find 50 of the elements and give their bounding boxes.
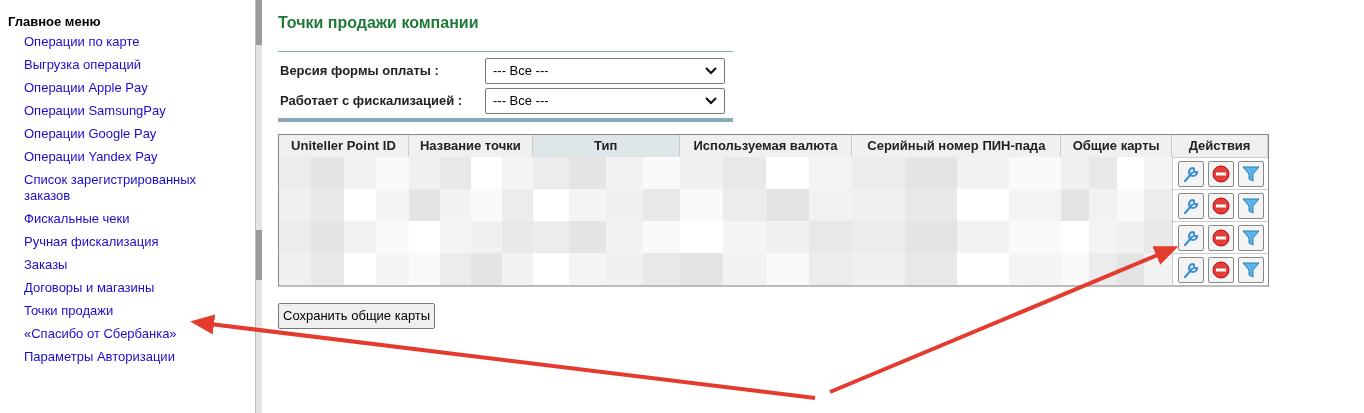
save-button[interactable]: Сохранить общие карты bbox=[278, 303, 436, 329]
delete-button[interactable] bbox=[1207, 192, 1234, 219]
menu-title: Главное меню bbox=[8, 14, 102, 30]
stop-icon bbox=[1211, 260, 1230, 279]
edit-button[interactable] bbox=[1177, 192, 1204, 219]
funnel-icon bbox=[1241, 228, 1260, 247]
menu-link[interactable]: Выгрузка операций bbox=[24, 53, 228, 76]
funnel-icon bbox=[1241, 260, 1260, 279]
wrench-icon bbox=[1181, 164, 1200, 183]
menu-link[interactable]: Ручная фискализация bbox=[24, 230, 228, 253]
filter-button[interactable] bbox=[1237, 256, 1264, 283]
menu-link[interactable]: Список зарегистрированных заказов bbox=[24, 168, 228, 207]
menu-link[interactable]: Операции Apple Pay bbox=[24, 76, 228, 99]
chevron-down-icon bbox=[705, 67, 717, 75]
menu-link[interactable]: Заказы bbox=[24, 253, 228, 276]
menu-link[interactable]: Точки продажи bbox=[24, 299, 228, 322]
menu-link[interactable]: «Спасибо от Сбербанка» bbox=[24, 322, 228, 345]
page-title: Точки продажи компании bbox=[278, 13, 480, 33]
column-header: Действия bbox=[1172, 135, 1268, 157]
filter-button[interactable] bbox=[1237, 224, 1264, 251]
wrench-icon bbox=[1181, 196, 1200, 215]
filter-select[interactable]: --- Все --- bbox=[485, 58, 725, 84]
filter-label: Версия формы оплаты : bbox=[279, 62, 440, 81]
stop-icon bbox=[1211, 164, 1230, 183]
filter-label: Работает с фискализацией : bbox=[279, 92, 464, 111]
menu-link[interactable]: Договоры и магазины bbox=[24, 276, 228, 299]
delete-button[interactable] bbox=[1207, 224, 1234, 251]
menu-link[interactable]: Операции Yandex Pay bbox=[24, 145, 228, 168]
menu-link[interactable]: Операции SamsungPay bbox=[24, 99, 228, 122]
column-header: Тип bbox=[532, 135, 680, 157]
menu-link[interactable]: Операции по карте bbox=[24, 30, 228, 53]
menu-link[interactable]: Фискальные чеки bbox=[24, 207, 228, 230]
filter-button[interactable] bbox=[1237, 160, 1264, 187]
funnel-icon bbox=[1241, 164, 1260, 183]
filter-select[interactable]: --- Все --- bbox=[485, 88, 725, 114]
stop-icon bbox=[1211, 196, 1230, 215]
wrench-icon bbox=[1181, 260, 1200, 279]
funnel-icon bbox=[1241, 196, 1260, 215]
chevron-down-icon bbox=[705, 97, 717, 105]
edit-button[interactable] bbox=[1177, 256, 1204, 283]
delete-button[interactable] bbox=[1207, 256, 1234, 283]
filter-button[interactable] bbox=[1237, 192, 1264, 219]
menu-link[interactable]: Операции Google Pay bbox=[24, 122, 228, 145]
edit-button[interactable] bbox=[1177, 224, 1204, 251]
menu-link[interactable]: Параметры Авторизации bbox=[24, 345, 228, 368]
stop-icon bbox=[1211, 228, 1230, 247]
splitter-bar[interactable] bbox=[255, 0, 262, 413]
delete-button[interactable] bbox=[1207, 160, 1234, 187]
edit-button[interactable] bbox=[1177, 160, 1204, 187]
wrench-icon bbox=[1181, 228, 1200, 247]
